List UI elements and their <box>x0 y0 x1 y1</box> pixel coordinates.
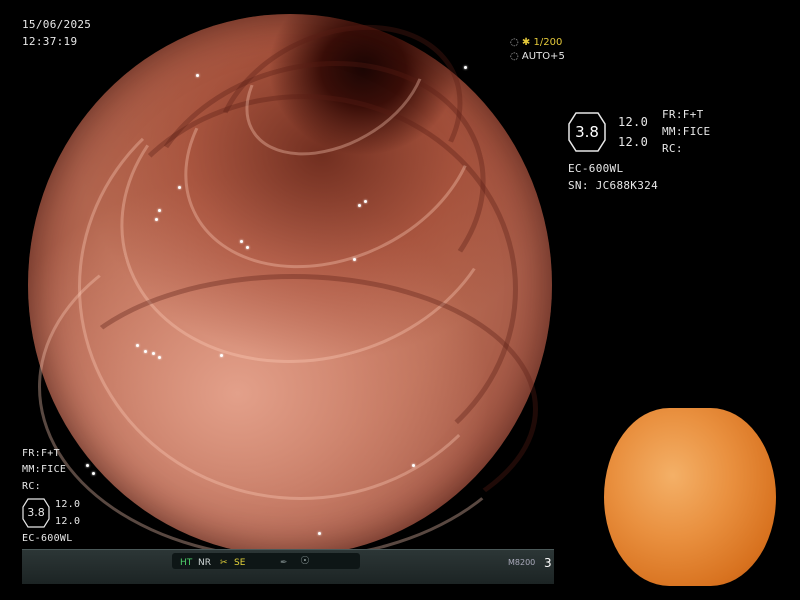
specular-highlight <box>220 354 223 357</box>
specular-highlight <box>358 204 361 207</box>
endoscope-main-view[interactable] <box>28 0 552 560</box>
pen-icon: ✒ <box>280 558 288 568</box>
specular-highlight <box>92 472 95 475</box>
specular-highlight <box>158 356 161 359</box>
left-badge-value: 3.8 <box>27 506 45 519</box>
page-number: 3 <box>544 556 552 570</box>
specular-highlight <box>155 218 158 221</box>
specular-highlight <box>364 200 367 203</box>
specular-highlight <box>246 246 249 249</box>
left-fr-label: FR:F+T <box>22 448 60 459</box>
star-icon: ✱ <box>521 37 531 48</box>
auto-exposure: AUTO+5 <box>521 51 565 62</box>
specular-highlight <box>412 464 415 467</box>
left-rc-label: RC: <box>22 481 41 492</box>
specular-highlight <box>158 209 161 212</box>
specular-highlight <box>196 74 199 77</box>
right-fr-label: FR:F+T <box>662 108 704 121</box>
shutter-info: ◌ ✱ 1/200 ◌ AUTO+5 <box>510 36 565 64</box>
right-value-1: 12.0 <box>618 115 649 129</box>
specular-highlight <box>136 344 139 347</box>
badge-value: 3.8 <box>575 123 599 141</box>
auto-icon: ◌ <box>510 51 519 62</box>
left-mm-label: MM:FICE <box>22 464 67 475</box>
specular-highlight <box>464 66 467 69</box>
status-bar: HT NR ✂ SE ✒ ☉ M8200 3 <box>22 549 554 584</box>
right-rc-label: RC: <box>662 142 683 155</box>
left-value-1: 12.0 <box>55 499 81 510</box>
shutter-row: ◌ ✱ 1/200 <box>510 36 565 50</box>
date-label: 15/06/2025 <box>22 18 92 31</box>
processor-model-label: M8200 <box>508 558 536 567</box>
time-label: 12:37:19 <box>22 35 78 48</box>
specular-highlight <box>240 240 243 243</box>
specular-highlight <box>178 186 181 189</box>
ht-indicator: HT <box>180 558 193 568</box>
specular-highlight <box>152 352 155 355</box>
specular-highlight <box>318 532 321 535</box>
nr-indicator: NR <box>198 558 211 568</box>
se-scissor-icon: ✂ <box>220 558 228 568</box>
left-value-2: 12.0 <box>55 516 81 527</box>
pip-secondary-view[interactable] <box>604 408 776 586</box>
auto-row: ◌ AUTO+5 <box>510 50 565 64</box>
camera-icon: ◌ <box>510 37 519 48</box>
specular-highlight <box>353 258 356 261</box>
shutter-speed: 1/200 <box>533 37 563 48</box>
right-serial-number: SN: JC688K324 <box>568 179 658 192</box>
status-indicator-strip: HT NR ✂ SE ✒ ☉ <box>172 553 360 569</box>
fold-shadow <box>48 274 538 544</box>
specular-highlight <box>86 464 89 467</box>
se-indicator: SE <box>234 558 246 568</box>
right-mm-label: MM:FICE <box>662 125 711 138</box>
gauge-icon: ☉ <box>300 554 310 567</box>
left-magnification-badge: 3.8 <box>22 498 50 528</box>
right-value-2: 12.0 <box>618 135 649 149</box>
right-scope-model: EC-600WL <box>568 162 624 175</box>
left-scope-model: EC-600WL <box>22 533 73 544</box>
magnification-badge: 3.8 <box>568 112 606 152</box>
specular-highlight <box>144 350 147 353</box>
